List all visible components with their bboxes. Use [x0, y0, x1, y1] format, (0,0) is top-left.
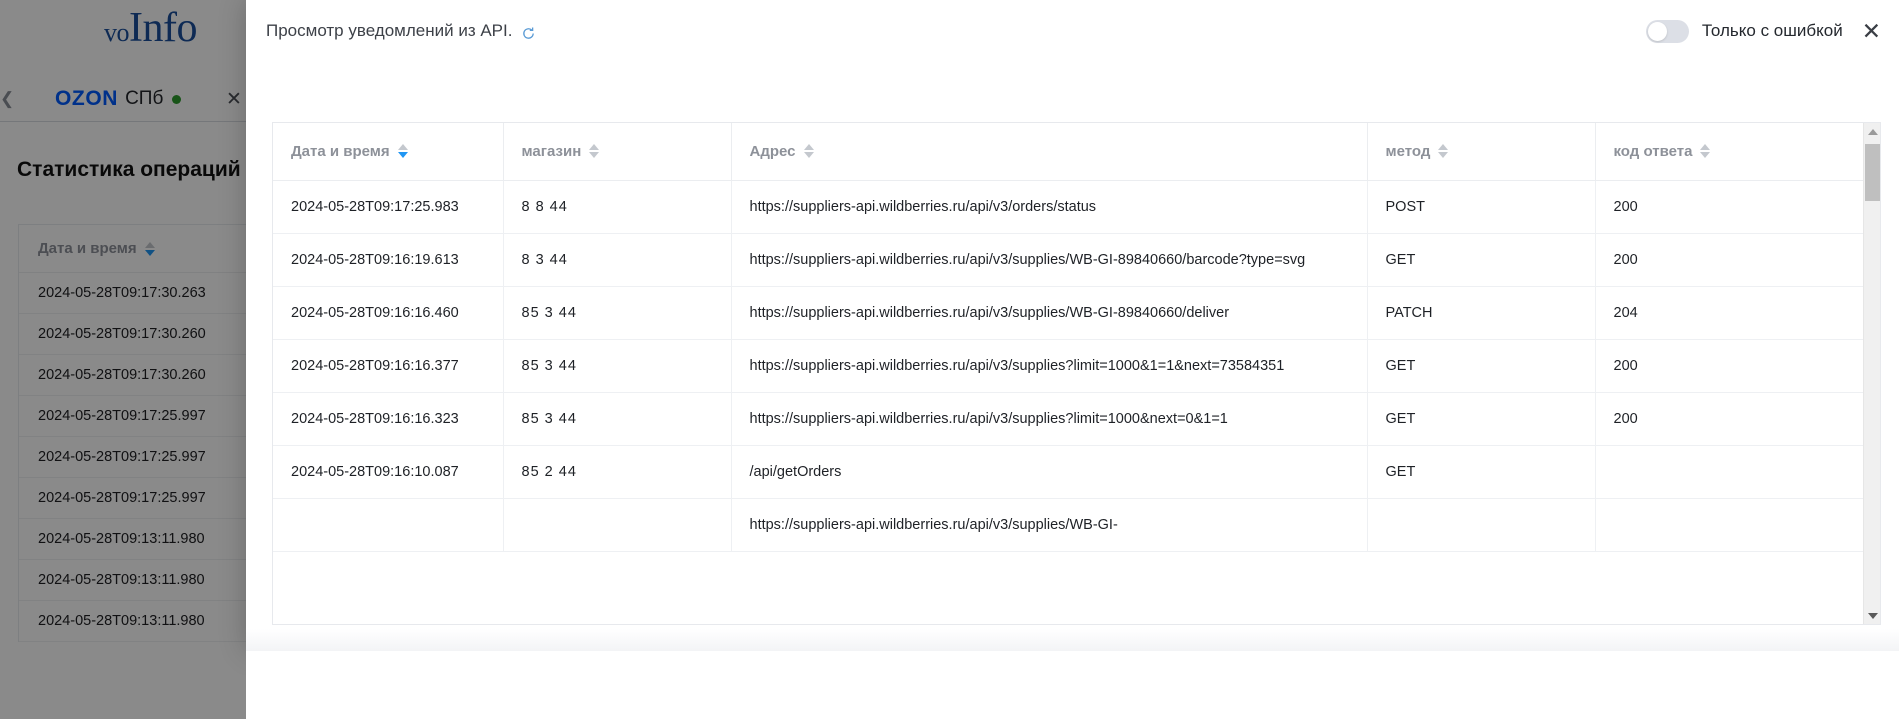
cell-method: PATCH [1367, 286, 1596, 340]
sort-arrows-icon[interactable] [803, 144, 814, 159]
cell-code: 200 [1595, 233, 1865, 287]
table-row[interactable]: 2024-05-28T09:16:16.377 85 3 44 https://su… [273, 339, 1865, 393]
scroll-down-arrow-icon[interactable] [1864, 607, 1880, 624]
below-modal-area [246, 651, 1899, 719]
cell-date: 2024-05-28T09:16:10.087 [273, 445, 504, 499]
cell-date [273, 498, 504, 552]
column-header-method[interactable]: метод [1367, 123, 1596, 181]
cell-code: 200 [1595, 392, 1865, 446]
errors-only-toggle[interactable] [1645, 19, 1689, 43]
cell-method: POST [1367, 180, 1596, 234]
cell-shop [503, 498, 732, 552]
cell-url: https://suppliers-api.wildberries.ru/api… [731, 392, 1368, 446]
column-header-url[interactable]: Адрес [731, 123, 1368, 181]
cell-code: 204 [1595, 286, 1865, 340]
vertical-scrollbar[interactable] [1863, 123, 1880, 624]
cell-method: GET [1367, 233, 1596, 287]
sort-arrows-icon[interactable] [1438, 144, 1449, 159]
cell-date: 2024-05-28T09:16:16.377 [273, 339, 504, 393]
modal-header: Просмотр уведомлений из API. Только с ош… [246, 0, 1899, 62]
modal-close-icon[interactable]: ✕ [1858, 18, 1885, 45]
table-row[interactable]: 2024-05-28T09:16:10.087 85 2 44/api/getOr… [273, 445, 1865, 499]
modal-title: Просмотр уведомлений из API. [266, 21, 513, 40]
sort-arrows-icon[interactable] [589, 144, 600, 159]
cell-url: https://suppliers-api.wildberries.ru/api… [731, 233, 1368, 287]
cell-shop: 85 3 44 [503, 392, 732, 446]
cell-shop: 8 3 44 [503, 233, 732, 287]
toggle-knob [1647, 21, 1667, 41]
api-log-table-head: Дата и время магазин Адрес метод код ответа [273, 123, 1865, 181]
cell-method: GET [1367, 339, 1596, 393]
scroll-up-arrow-icon[interactable] [1864, 123, 1880, 140]
errors-only-toggle-label: Только с ошибкой [1701, 21, 1843, 40]
cell-shop: 85 2 44 [503, 445, 732, 499]
column-header-label: метод [1385, 142, 1431, 160]
column-header-label: Адрес [749, 142, 796, 160]
modal-header-controls: Только с ошибкой ✕ [1645, 0, 1885, 62]
table-row[interactable]: 2024-05-28T09:17:25.983 8 8 44 https://sup… [273, 180, 1865, 234]
sort-arrows-icon[interactable] [1700, 144, 1711, 159]
cell-method [1367, 498, 1596, 552]
column-header-shop[interactable]: магазин [503, 123, 732, 181]
cell-code: 200 [1595, 339, 1865, 393]
api-log-table-container: Дата и время магазин Адрес метод код ответа … [272, 122, 1881, 625]
table-header-row: Дата и время магазин Адрес метод код ответа [273, 123, 1865, 181]
modal-bottom-fade [246, 629, 1899, 651]
cell-date: 2024-05-28T09:16:16.323 [273, 392, 504, 446]
cell-url: https://suppliers-api.wildberries.ru/api… [731, 286, 1368, 340]
cell-method: GET [1367, 392, 1596, 446]
column-header-label: код ответа [1613, 142, 1693, 160]
cell-url: /api/getOrders [731, 445, 1368, 499]
column-header-date[interactable]: Дата и время [273, 123, 504, 181]
cell-date: 2024-05-28T09:16:16.460 [273, 286, 504, 340]
api-notifications-modal: Просмотр уведомлений из API. Только с ош… [246, 0, 1899, 651]
cell-code [1595, 445, 1865, 499]
cell-shop: 85 3 44 [503, 286, 732, 340]
scrollbar-thumb[interactable] [1865, 144, 1880, 201]
column-header-label: магазин [521, 142, 582, 160]
table-row[interactable]: 2024-05-28T09:16:16.323 85 3 44 https://su… [273, 392, 1865, 446]
cell-url: https://suppliers-api.wildberries.ru/api… [731, 180, 1368, 234]
cell-method: GET [1367, 445, 1596, 499]
cell-shop: 8 8 44 [503, 180, 732, 234]
cell-code [1595, 498, 1865, 552]
cell-url: https://suppliers-api.wildberries.ru/api… [731, 339, 1368, 393]
column-header-code[interactable]: код ответа [1595, 123, 1865, 181]
refresh-icon[interactable] [521, 26, 536, 41]
sort-arrows-icon[interactable] [397, 144, 408, 159]
cell-date: 2024-05-28T09:17:25.983 [273, 180, 504, 234]
api-log-table: Дата и время магазин Адрес метод код ответа … [273, 123, 1865, 552]
api-log-table-body: 2024-05-28T09:17:25.983 8 8 44 https://sup… [273, 180, 1865, 552]
table-row[interactable]: 2024-05-28T09:16:19.613 8 3 44 https://sup… [273, 233, 1865, 287]
table-row[interactable]: 2024-05-28T09:16:16.460 85 3 44 https://su… [273, 286, 1865, 340]
column-header-label: Дата и время [291, 142, 390, 160]
cell-date: 2024-05-28T09:16:19.613 [273, 233, 504, 287]
cell-url: https://suppliers-api.wildberries.ru/api… [731, 498, 1368, 552]
cell-shop: 85 3 44 [503, 339, 732, 393]
table-row[interactable]: https://suppliers-api.wildberries.ru/api… [273, 498, 1865, 552]
cell-code: 200 [1595, 180, 1865, 234]
